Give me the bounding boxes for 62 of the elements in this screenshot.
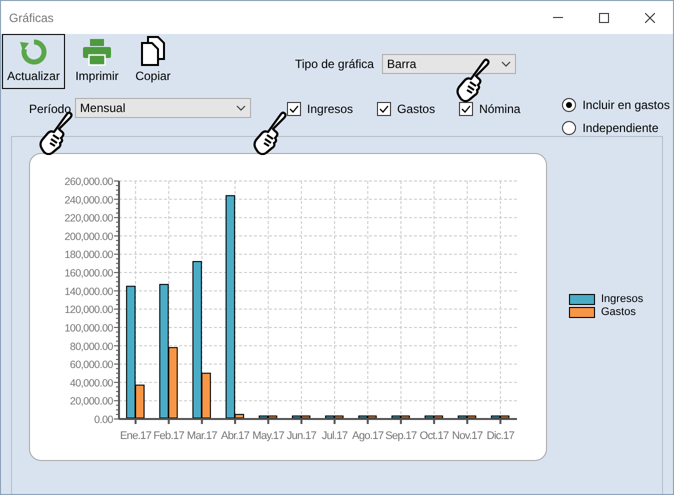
axis-label: 40,000.00 bbox=[70, 377, 113, 390]
axis-label: 80,000.00 bbox=[70, 340, 113, 353]
radio-dot-icon bbox=[566, 102, 572, 108]
axis-label: 240,000.00 bbox=[64, 194, 113, 206]
axis-label: Oct.17 bbox=[420, 430, 448, 442]
toolbar-button[interactable]: Actualizar bbox=[2, 34, 65, 89]
legend-label: Gastos bbox=[601, 306, 636, 318]
refresh-icon bbox=[18, 38, 48, 66]
checkbox-box[interactable] bbox=[459, 102, 474, 116]
check-icon bbox=[379, 105, 390, 113]
axis-label: 160,000.00 bbox=[64, 268, 113, 280]
axis-label: Jul.17 bbox=[322, 430, 348, 442]
radio-label: Incluir en gastos bbox=[582, 98, 670, 112]
axis-label: 120,000.00 bbox=[64, 304, 113, 316]
radio-button[interactable] bbox=[562, 98, 576, 112]
axis-label: 200,000.00 bbox=[64, 230, 113, 243]
axis-label: Ene.17 bbox=[120, 430, 152, 442]
axis-label: Jun.17 bbox=[286, 430, 316, 442]
check-icon bbox=[461, 105, 472, 113]
axis-label: 60,000.00 bbox=[70, 359, 113, 372]
minimize-icon bbox=[553, 17, 563, 18]
chevron-down-icon bbox=[500, 61, 511, 67]
chart-type-dropdown[interactable]: Barra bbox=[382, 54, 516, 74]
axis-label: Dic.17 bbox=[486, 430, 514, 442]
field-label: Tipo de gráfica bbox=[295, 57, 374, 71]
legend-label: Ingresos bbox=[601, 293, 644, 305]
toolbar-button[interactable]: Imprimir bbox=[69, 34, 125, 89]
field-label: Período bbox=[29, 102, 72, 116]
axis-label: 20,000.00 bbox=[70, 396, 113, 408]
close-icon bbox=[645, 12, 655, 22]
axis-label: Feb.17 bbox=[153, 430, 184, 442]
copy-icon bbox=[141, 36, 165, 66]
checkbox-label: Ingresos bbox=[307, 102, 354, 116]
period-dropdown[interactable]: Mensual bbox=[75, 98, 252, 118]
checkbox-box[interactable] bbox=[287, 102, 302, 116]
checkbox-label: Nómina bbox=[479, 102, 520, 116]
radio-button[interactable] bbox=[562, 121, 576, 135]
axis-label: 180,000.00 bbox=[64, 249, 113, 262]
axis-label: Mar.17 bbox=[186, 430, 217, 442]
checkbox[interactable]: Ingresos bbox=[287, 102, 354, 116]
axis-label: 0.00 bbox=[94, 414, 113, 426]
axis-label: Sep.17 bbox=[385, 430, 417, 442]
axis-label: Abr.17 bbox=[220, 430, 250, 442]
printer-icon bbox=[82, 38, 112, 66]
chevron-down-icon bbox=[236, 105, 246, 111]
axis-label: 140,000.00 bbox=[64, 286, 113, 298]
axis-label: 260,000.00 bbox=[64, 176, 113, 188]
check-icon bbox=[289, 105, 300, 113]
axis-label: 220,000.00 bbox=[64, 212, 113, 225]
checkbox[interactable]: Gastos bbox=[377, 102, 436, 116]
checkbox[interactable]: Nómina bbox=[459, 102, 520, 116]
checkbox-box[interactable] bbox=[377, 102, 392, 116]
axis-label: Ago.17 bbox=[352, 430, 384, 442]
radio-label: Independiente bbox=[582, 121, 659, 135]
hand-pointer-icon bbox=[456, 58, 490, 102]
window-title: Gráficas bbox=[9, 10, 55, 24]
toolbar-button[interactable]: Copiar bbox=[125, 34, 181, 89]
axis-label: Nov.17 bbox=[452, 430, 482, 442]
axis-label: 100,000.00 bbox=[64, 322, 113, 334]
axis-label: May.17 bbox=[252, 430, 284, 442]
maximize-icon bbox=[599, 12, 609, 22]
checkbox-label: Gastos bbox=[397, 102, 436, 116]
